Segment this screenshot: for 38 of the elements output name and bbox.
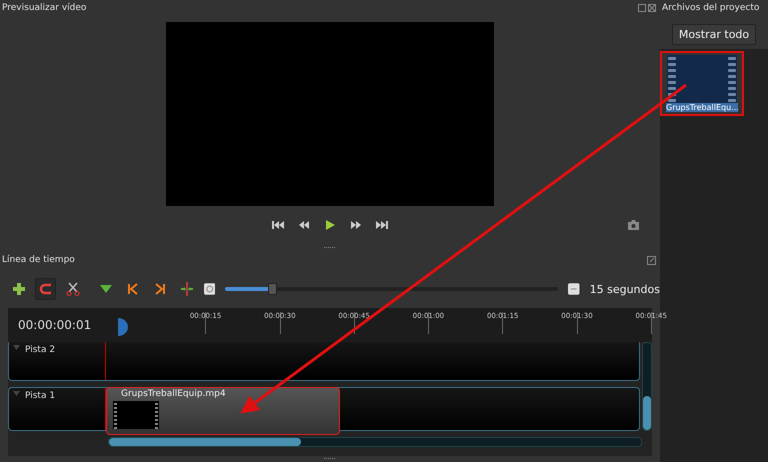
show-all-button[interactable]: Mostrar todo bbox=[672, 24, 756, 45]
camera-icon[interactable] bbox=[627, 220, 640, 230]
plus-icon bbox=[12, 282, 26, 296]
panel-title: Previsualizar vídeo bbox=[2, 3, 86, 13]
track-name: Pista 1 bbox=[25, 391, 56, 401]
file-name: GrupsTreballEqu... bbox=[666, 103, 738, 112]
fast-forward-icon bbox=[375, 220, 389, 230]
vertical-scrollbar[interactable] bbox=[642, 342, 652, 431]
snap-button[interactable] bbox=[35, 278, 56, 300]
undock-icon[interactable] bbox=[647, 256, 656, 264]
clip-name: GrupsTreballEquip.mp4 bbox=[120, 389, 227, 399]
rewind-icon bbox=[271, 220, 285, 230]
fast-forward-icon bbox=[349, 220, 363, 230]
scissors-icon bbox=[66, 282, 80, 296]
horizontal-scrollbar[interactable] bbox=[108, 437, 642, 447]
zoom-in-icon[interactable] bbox=[204, 283, 216, 295]
zoom-out-icon[interactable] bbox=[568, 283, 580, 295]
zoom-slider[interactable] bbox=[225, 283, 558, 295]
panel-title: Línea de tiempo bbox=[2, 255, 75, 265]
zoom-label: 15 segundos bbox=[590, 282, 660, 296]
rewind-button[interactable] bbox=[269, 218, 287, 232]
next-icon bbox=[153, 282, 168, 296]
center-icon bbox=[180, 282, 194, 296]
magnet-icon bbox=[38, 282, 53, 296]
track-name: Pista 2 bbox=[25, 345, 56, 355]
film-icon bbox=[113, 401, 159, 429]
forward-button[interactable] bbox=[373, 218, 391, 232]
track-row[interactable]: Pista 2 bbox=[8, 342, 640, 381]
rewind-icon bbox=[297, 220, 311, 230]
playhead-icon[interactable] bbox=[118, 318, 128, 336]
file-thumbnail[interactable]: GrupsTreballEqu... bbox=[660, 51, 744, 116]
previous-icon bbox=[126, 282, 140, 296]
panel-title: Archivos del proyecto bbox=[662, 3, 760, 13]
dock-buttons-icon[interactable] bbox=[638, 4, 656, 12]
timecode: 00:00:00:01 bbox=[17, 317, 92, 334]
video-clip[interactable]: GrupsTreballEquip.mp4 bbox=[106, 387, 340, 435]
play-icon bbox=[323, 220, 337, 230]
film-icon bbox=[667, 55, 737, 103]
